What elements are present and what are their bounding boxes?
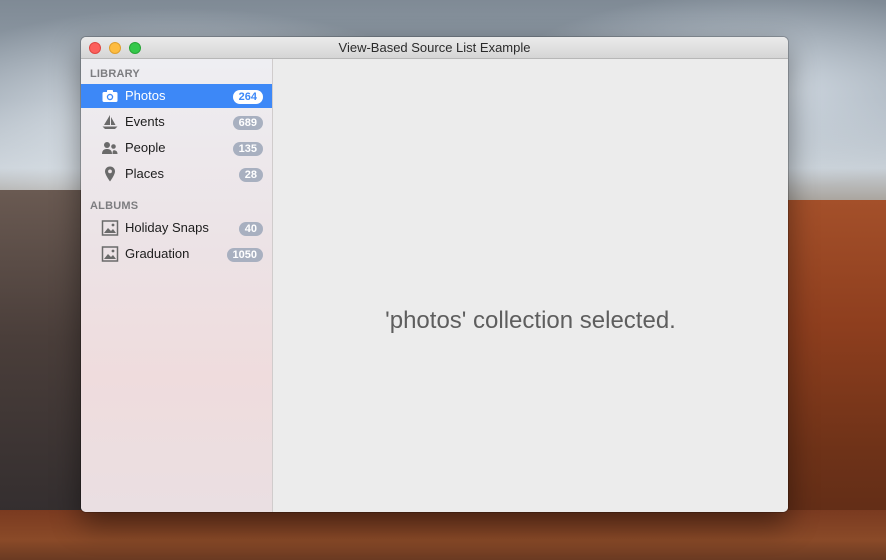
sidebar-item-holiday-snaps[interactable]: Holiday Snaps 40 — [81, 216, 272, 240]
desktop-wallpaper-right — [786, 200, 886, 560]
sailboat-icon — [101, 114, 119, 130]
count-badge: 135 — [232, 142, 263, 156]
count-badge: 689 — [232, 116, 263, 130]
desktop-wallpaper-left — [0, 190, 90, 560]
album-image-icon — [101, 220, 119, 236]
sidebar-item-places[interactable]: Places 28 — [81, 162, 272, 186]
people-icon — [101, 140, 119, 156]
sidebar-item-events[interactable]: Events 689 — [81, 110, 272, 134]
camera-icon — [101, 88, 119, 104]
map-pin-icon — [101, 166, 119, 182]
sidebar-item-people[interactable]: People 135 — [81, 136, 272, 160]
sidebar-item-graduation[interactable]: Graduation 1050 — [81, 242, 272, 266]
source-list-sidebar: LIBRARY Photos 264 Events 689 People 135… — [81, 59, 273, 512]
desktop-wallpaper-bottom — [0, 510, 886, 560]
count-badge: 28 — [238, 168, 263, 182]
count-badge: 40 — [238, 222, 263, 236]
sidebar-item-label: People — [125, 140, 166, 155]
selection-message: 'photos' collection selected. — [385, 307, 676, 334]
sidebar-item-label: Places — [125, 166, 165, 181]
app-window: View-Based Source List Example LIBRARY P… — [81, 37, 788, 512]
title-bar[interactable]: View-Based Source List Example — [81, 37, 788, 59]
sidebar-item-photos[interactable]: Photos 264 — [81, 84, 272, 108]
album-image-icon — [101, 246, 119, 262]
window-title: View-Based Source List Example — [338, 40, 531, 55]
sidebar-item-label: Graduation — [125, 246, 190, 261]
sidebar-item-label: Holiday Snaps — [125, 220, 209, 235]
section-header-albums: ALBUMS — [90, 200, 139, 212]
count-badge: 1050 — [226, 248, 263, 262]
count-badge: 264 — [232, 90, 263, 104]
detail-content: 'photos' collection selected. — [273, 59, 788, 512]
section-header-library: LIBRARY — [90, 68, 140, 80]
sidebar-item-label: Events — [125, 114, 165, 129]
sidebar-item-label: Photos — [125, 88, 166, 103]
